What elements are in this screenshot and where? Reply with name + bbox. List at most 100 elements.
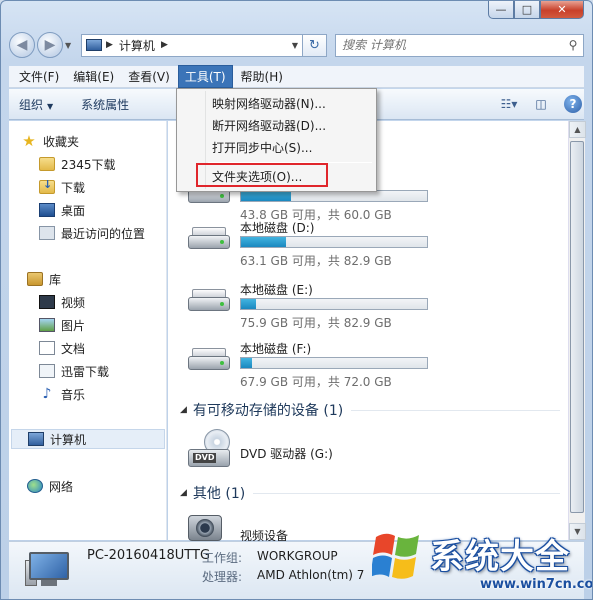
search-box[interactable]: ⚲ xyxy=(335,33,584,57)
dvd-drive-icon: DVD xyxy=(188,429,234,475)
organize-button[interactable]: 组织 ▼ xyxy=(19,96,53,113)
drive-item-f[interactable]: 本地磁盘 (F:) 67.9 GB 可用，共 72.0 GB xyxy=(188,340,468,394)
nav-libraries[interactable]: 库 xyxy=(27,269,185,289)
nav-item-label: 音乐 xyxy=(61,387,86,402)
dvd-badge: DVD xyxy=(193,453,217,463)
navigation-pane: ★ 收藏夹 2345下载 下载 桌面 最近访问的位置 库 视频 xyxy=(9,121,167,540)
drive-usage-bar xyxy=(240,357,428,369)
highlight-box xyxy=(196,163,328,187)
drive-name: 本地磁盘 (E:) xyxy=(240,283,313,297)
collapse-triangle-icon[interactable]: ◢ xyxy=(180,405,187,415)
pictures-icon xyxy=(39,318,55,332)
forward-arrow-icon: ▶ xyxy=(44,37,56,53)
drive-name: 本地磁盘 (D:) xyxy=(240,221,315,235)
breadcrumb-arrow-icon[interactable]: ▶ xyxy=(106,40,113,50)
breadcrumb-computer[interactable]: 计算机 xyxy=(119,37,155,54)
nav-item-label: 桌面 xyxy=(61,203,86,218)
cpu-label: 处理器: xyxy=(202,570,243,584)
folder-icon xyxy=(39,157,55,171)
address-bar[interactable]: ▶ 计算机 ▶ ▼ xyxy=(81,33,303,57)
group-other-label: 其他 (1) xyxy=(192,486,246,502)
group-removable[interactable]: ◢ 有可移动存储的设备 (1) xyxy=(180,400,560,420)
scroll-thumb[interactable] xyxy=(570,141,584,513)
view-controls: ☷▾ ◫ ? xyxy=(488,94,584,114)
drive-usage-bar xyxy=(240,298,428,310)
menu-bar: 文件(F) 编辑(E) 查看(V) 工具(T) 帮助(H) xyxy=(9,65,584,88)
help-button[interactable]: ? xyxy=(562,94,584,114)
back-button[interactable]: ◀ xyxy=(9,32,35,58)
refresh-button[interactable]: ↻ xyxy=(303,33,327,57)
nav-item-label: 下载 xyxy=(61,180,86,195)
nav-item-label: 视频 xyxy=(61,295,86,310)
preview-pane-icon[interactable]: ◫ xyxy=(530,94,552,114)
drive-usage-fill xyxy=(241,191,292,201)
nav-favorites-label: 收藏夹 xyxy=(43,134,80,149)
pc-name: PC-20160418UTTG xyxy=(87,548,211,563)
nav-network[interactable]: 网络 xyxy=(27,476,185,496)
downloads-folder-icon xyxy=(39,178,55,194)
drive-size: 63.1 GB 可用，共 82.9 GB xyxy=(240,254,392,268)
nav-item-label: 2345下载 xyxy=(61,157,116,172)
hard-disk-icon xyxy=(188,289,230,315)
xunlei-downloads-icon xyxy=(39,364,55,378)
dvd-drive-item[interactable]: DVD DVD 驱动器 (G:) xyxy=(168,427,468,479)
search-input[interactable] xyxy=(342,38,563,52)
library-icon xyxy=(27,272,43,286)
minimize-button[interactable]: — xyxy=(488,1,514,19)
menu-tools[interactable]: 工具(T) xyxy=(177,65,233,88)
watermark: 系统大全 www.win7cn.com xyxy=(368,521,593,599)
computer-icon xyxy=(86,39,102,51)
help-icon: ? xyxy=(564,95,582,113)
recent-pages-dropdown[interactable]: ▼ xyxy=(65,41,77,50)
drive-size: 75.9 GB 可用，共 82.9 GB xyxy=(240,316,392,330)
group-removable-label: 有可移动存储的设备 (1) xyxy=(192,403,344,419)
refresh-icon: ↻ xyxy=(309,37,320,53)
nav-favorites[interactable]: ★ 收藏夹 xyxy=(21,131,179,151)
caption-buttons: — □ ✕ xyxy=(488,1,584,19)
menu-item-sync-center[interactable]: 打开同步中心(S)... xyxy=(179,136,374,158)
hard-disk-icon xyxy=(188,227,230,253)
workgroup-label: 工作组: xyxy=(202,551,243,565)
drive-item-e[interactable]: 本地磁盘 (E:) 75.9 GB 可用，共 82.9 GB xyxy=(188,281,468,335)
workgroup-value: WORKGROUP xyxy=(257,549,338,563)
chevron-down-icon: ▼ xyxy=(47,101,54,111)
nav-libraries-label: 库 xyxy=(49,272,62,287)
change-view-icon[interactable]: ☷▾ xyxy=(498,94,520,114)
menu-edit[interactable]: 编辑(E) xyxy=(67,66,120,87)
desktop-icon xyxy=(39,203,55,217)
watermark-url: www.win7cn.com xyxy=(480,577,593,592)
drive-size: 67.9 GB 可用，共 72.0 GB xyxy=(240,375,392,389)
menu-item-disconnect-drive[interactable]: 断开网络驱动器(D)... xyxy=(179,114,374,136)
menu-help[interactable]: 帮助(H) xyxy=(235,66,289,87)
drive-item-d[interactable]: 本地磁盘 (D:) 63.1 GB 可用，共 82.9 GB xyxy=(188,219,468,273)
nav-item-label: 文档 xyxy=(61,341,86,356)
dvd-drive-name: DVD 驱动器 (G:) xyxy=(240,447,333,461)
network-icon xyxy=(27,479,43,493)
maximize-button[interactable]: □ xyxy=(514,1,540,19)
videos-icon xyxy=(39,295,55,309)
watermark-title: 系统大全 xyxy=(430,537,570,577)
drive-name: 本地磁盘 (F:) xyxy=(240,342,312,356)
recent-places-icon xyxy=(39,226,55,240)
drive-usage-fill xyxy=(241,358,253,368)
documents-icon xyxy=(39,341,55,355)
scroll-up-button[interactable]: ▲ xyxy=(569,121,586,138)
organize-label: 组织 xyxy=(19,97,44,112)
group-other[interactable]: ◢ 其他 (1) xyxy=(180,483,560,503)
search-icon[interactable]: ⚲ xyxy=(563,38,583,52)
vertical-scrollbar[interactable]: ▲ ▼ xyxy=(568,121,586,540)
system-properties-button[interactable]: 系统属性 xyxy=(81,96,129,113)
menu-item-map-drive[interactable]: 映射网络驱动器(N)... xyxy=(179,92,374,114)
breadcrumb-arrow-icon[interactable]: ▶ xyxy=(161,40,168,50)
collapse-triangle-icon[interactable]: ◢ xyxy=(180,488,187,498)
forward-button[interactable]: ▶ xyxy=(37,32,63,58)
nav-computer[interactable]: 计算机 xyxy=(11,429,165,449)
drive-usage-fill xyxy=(241,237,286,247)
hard-disk-icon xyxy=(188,348,230,374)
menu-file[interactable]: 文件(F) xyxy=(13,66,65,87)
address-history-dropdown[interactable]: ▼ xyxy=(288,41,302,50)
menu-view[interactable]: 查看(V) xyxy=(122,66,176,87)
back-arrow-icon: ◀ xyxy=(16,37,28,53)
computer-icon xyxy=(25,550,71,590)
close-button[interactable]: ✕ xyxy=(540,1,584,19)
